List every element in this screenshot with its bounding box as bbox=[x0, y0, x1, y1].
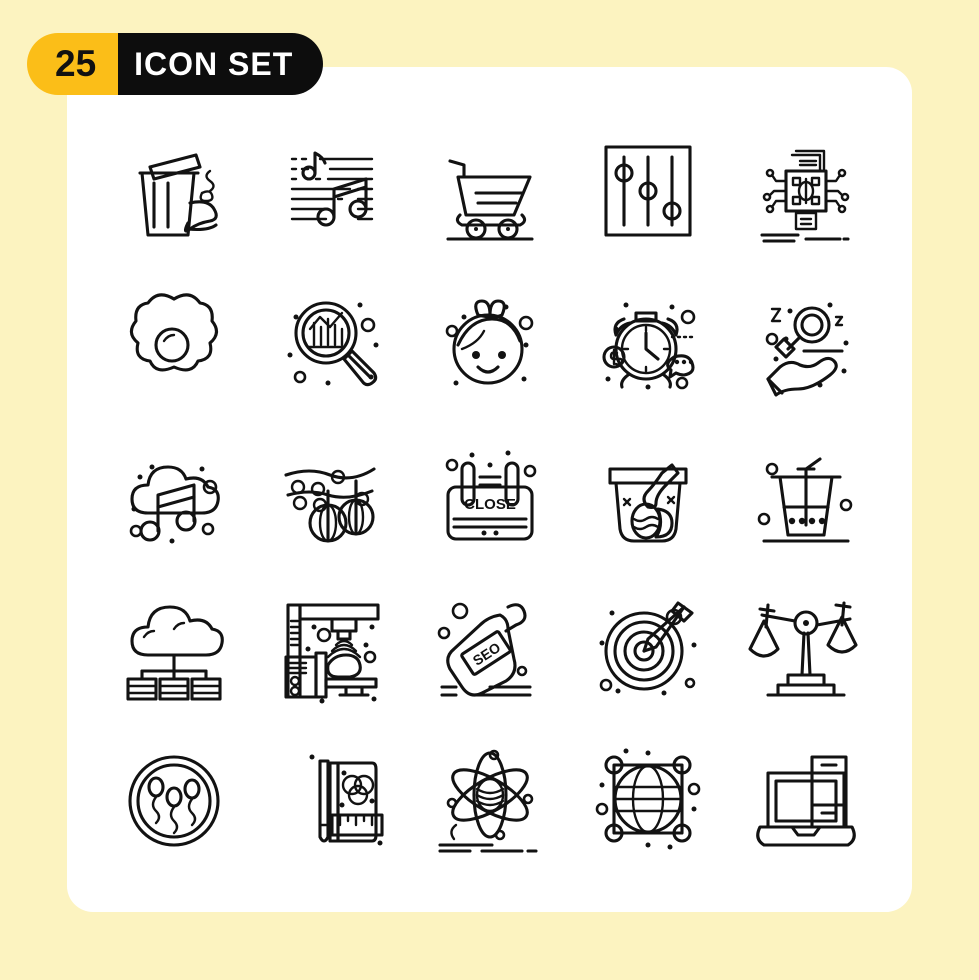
badge: 25 ICON SET bbox=[27, 33, 324, 95]
badge-count: 25 bbox=[27, 33, 119, 95]
icon-cell-fried-egg[interactable] bbox=[95, 267, 253, 419]
fried-egg-icon bbox=[129, 293, 219, 372]
icon-cell-party-lanterns[interactable] bbox=[253, 419, 411, 571]
icon-cell-laptop-desktop[interactable] bbox=[727, 723, 885, 875]
icon-grid: CLOSE SEO bbox=[95, 115, 885, 875]
icon-cell-ai-processor-chip[interactable] bbox=[727, 115, 885, 267]
medical-scanner-icon bbox=[284, 603, 380, 704]
data-analysis-search-icon bbox=[287, 301, 379, 387]
atom-database-icon bbox=[438, 749, 538, 853]
icon-cell-alarm-money-time[interactable] bbox=[569, 267, 727, 419]
icon-cell-balance-scales[interactable] bbox=[727, 571, 885, 723]
balance-scales-icon bbox=[748, 601, 858, 697]
icon-cell-music-sheet[interactable] bbox=[253, 115, 411, 267]
icon-cell-cloud-music[interactable] bbox=[95, 419, 253, 571]
ai-processor-chip-icon bbox=[760, 149, 850, 243]
alarm-money-time-icon bbox=[602, 302, 696, 390]
icon-cell-medical-scanner[interactable] bbox=[253, 571, 411, 723]
badge-title: ICON SET bbox=[118, 33, 324, 95]
icon-cell-cloud-network[interactable] bbox=[95, 571, 253, 723]
easter-basket-icon bbox=[608, 463, 688, 543]
seo-bottle-tag-icon: SEO bbox=[437, 602, 532, 697]
sperm-fertility-icon bbox=[128, 755, 220, 847]
icon-cell-seo-bottle-tag[interactable]: SEO bbox=[411, 571, 569, 723]
icon-cell-sperm-fertility[interactable] bbox=[95, 723, 253, 875]
girl-emoji-icon bbox=[445, 299, 534, 386]
hand-search-sleep-icon bbox=[765, 302, 849, 397]
icon-cell-data-analysis-search[interactable] bbox=[253, 267, 411, 419]
music-sheet-icon bbox=[290, 151, 374, 227]
target-dart-icon bbox=[599, 601, 697, 696]
close-sign-icon: CLOSE bbox=[445, 450, 537, 541]
icon-cell-equalizer-sliders[interactable] bbox=[569, 115, 727, 267]
close-sign-label: CLOSE bbox=[464, 496, 516, 513]
icon-cell-hand-search-sleep[interactable] bbox=[727, 267, 885, 419]
design-book-icon bbox=[309, 754, 384, 846]
icon-cell-target-dart[interactable] bbox=[569, 571, 727, 723]
icon-cell-atom-database[interactable] bbox=[411, 723, 569, 875]
icon-cell-design-book[interactable] bbox=[253, 723, 411, 875]
globe-network-icon bbox=[595, 748, 701, 850]
icon-cell-drink-cup-straw[interactable] bbox=[727, 419, 885, 571]
equalizer-sliders-icon bbox=[604, 145, 692, 237]
party-lanterns-icon bbox=[284, 467, 376, 543]
icon-cell-girl-emoji[interactable] bbox=[411, 267, 569, 419]
icon-cell-easter-basket[interactable] bbox=[569, 419, 727, 571]
drink-cup-straw-icon bbox=[757, 457, 853, 543]
icon-cell-trash-bin[interactable] bbox=[95, 115, 253, 267]
cloud-network-icon bbox=[126, 605, 224, 701]
shopping-cart-icon bbox=[446, 159, 534, 241]
trash-bin-icon bbox=[138, 153, 218, 237]
seo-tag-label: SEO bbox=[470, 639, 504, 669]
icon-cell-shopping-cart[interactable] bbox=[411, 115, 569, 267]
page-root: 25 ICON SET CLOSE SEO bbox=[0, 0, 979, 980]
icon-cell-globe-network[interactable] bbox=[569, 723, 727, 875]
icon-cell-close-sign[interactable]: CLOSE bbox=[411, 419, 569, 571]
laptop-desktop-icon bbox=[756, 755, 856, 847]
cloud-music-icon bbox=[129, 464, 220, 544]
